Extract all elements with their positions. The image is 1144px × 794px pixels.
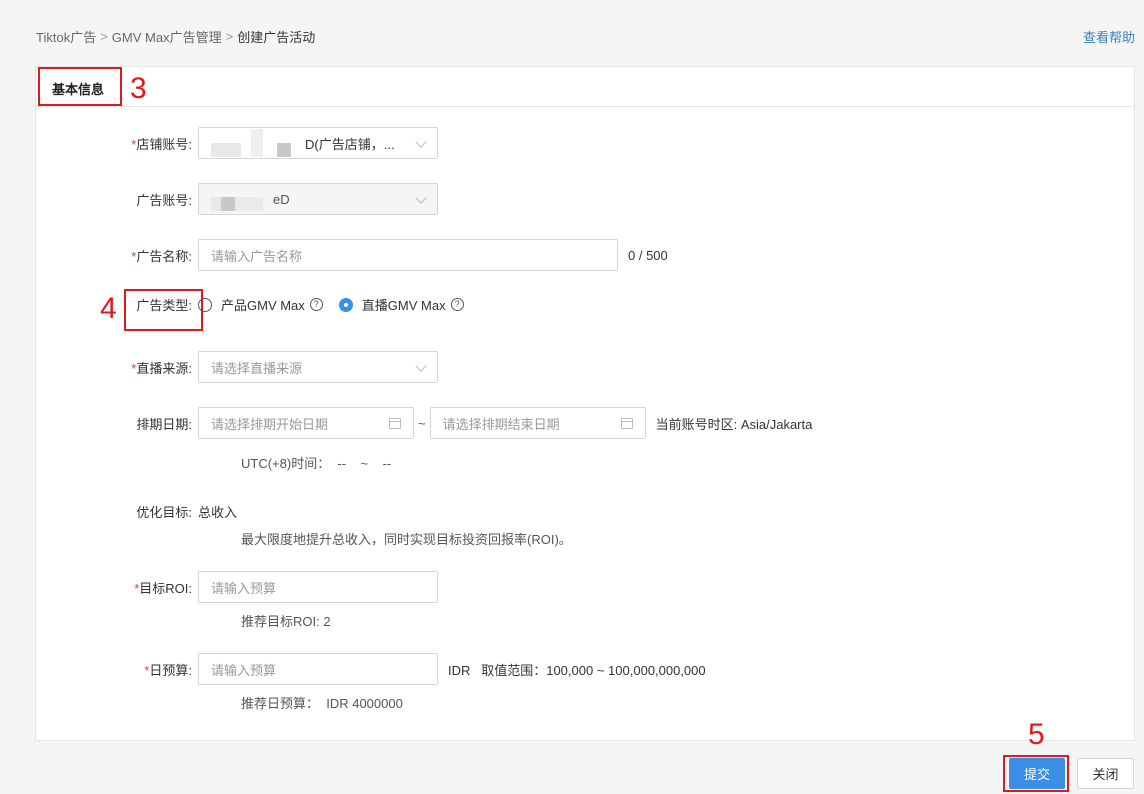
timezone-text: 当前账号时区: Asia/Jakarta [655, 416, 813, 432]
store-account-value: D(广告店铺，... [305, 136, 395, 152]
store-account-select[interactable]: D(广告店铺，... [198, 127, 438, 159]
schedule-start-input[interactable]: 请选择排期开始日期 [198, 407, 414, 439]
redacted-block [211, 197, 221, 211]
ad-account-label: 广告账号: [136, 192, 192, 208]
budget-range-text: IDR 取值范围：100,000 ~ 100,000,000,000 [448, 662, 706, 678]
utc-time-text: UTC(+8)时间： -- ~ -- [241, 456, 392, 471]
redacted-block [251, 129, 263, 157]
calendar-icon [389, 418, 401, 429]
form-card: 基本信息 *店铺账号: D(广告店铺，... 广告账号: eD *广告名称: 请… [35, 66, 1135, 741]
ad-account-row: 广告账号: eD [36, 183, 438, 215]
ad-name-label: *广告名称: [131, 248, 192, 264]
ad-account-select[interactable]: eD [198, 183, 438, 215]
breadcrumb-separator: > [100, 29, 108, 44]
goal-value: 总收入 [198, 505, 238, 520]
breadcrumb-item-current: 创建广告活动 [237, 30, 316, 45]
breadcrumb-separator: > [225, 29, 234, 44]
submit-button[interactable]: 提交 [1009, 758, 1065, 789]
daily-budget-input[interactable]: 请输入预算 [198, 653, 438, 685]
target-roi-input[interactable]: 请输入预算 [198, 571, 438, 603]
breadcrumb: Tiktok广告 > GMV Max广告管理 > 创建广告活动 [36, 27, 315, 46]
redacted-block [277, 143, 291, 157]
ad-name-row: *广告名称: 请输入广告名称 0 / 500 [36, 239, 668, 271]
annotation-number-3: 3 [130, 72, 147, 105]
annotation-box-section [38, 67, 122, 106]
target-roi-recommend: 推荐目标ROI: 2 [241, 614, 331, 629]
target-roi-label: *目标ROI: [134, 580, 192, 596]
chevron-down-icon [415, 360, 427, 372]
daily-budget-row: *日预算: 请输入预算 IDR 取值范围：100,000 ~ 100,000,0… [36, 653, 706, 685]
annotation-box-ad-type [124, 289, 203, 331]
goal-row: 优化目标: 总收入 [36, 502, 237, 521]
goal-description: 最大限度地提升总收入，同时实现目标投资回报率(ROI)。 [241, 532, 572, 547]
daily-budget-label: *日预算: [144, 662, 192, 678]
breadcrumb-item-tiktok-ads[interactable]: Tiktok广告 [36, 27, 96, 46]
help-link[interactable]: 查看帮助 [1083, 27, 1135, 46]
chevron-down-icon [415, 136, 427, 148]
live-source-select[interactable]: 请选择直播来源 [198, 351, 438, 383]
goal-label: 优化目标: [136, 505, 192, 520]
store-account-row: *店铺账号: D(广告店铺，... [36, 127, 438, 159]
live-source-row: *直播来源: 请选择直播来源 [36, 351, 438, 383]
live-source-label: *直播来源: [131, 360, 192, 376]
close-button[interactable]: 关闭 [1077, 758, 1134, 789]
redacted-block [235, 197, 263, 211]
ad-account-value: eD [273, 191, 290, 207]
redacted-block [221, 197, 235, 211]
radio-live-gmv-max[interactable]: 直播GMV Max ? [338, 295, 464, 314]
schedule-label: 排期日期: [136, 416, 192, 432]
redacted-block [211, 143, 241, 157]
store-account-label: *店铺账号: [131, 136, 192, 152]
schedule-row: 排期日期: 请选择排期开始日期 ~ 请选择排期结束日期 当前账号时区: Asia… [36, 407, 812, 439]
chevron-down-icon [415, 192, 427, 204]
annotation-number-4: 4 [100, 292, 117, 325]
daily-budget-recommend: 推荐日预算： IDR 4000000 [241, 696, 403, 711]
help-question-icon[interactable]: ? [309, 298, 323, 311]
ad-name-counter: 0 / 500 [628, 247, 668, 263]
radio-circle-selected[interactable] [338, 297, 353, 312]
range-separator: ~ [418, 415, 426, 431]
calendar-icon [620, 418, 633, 429]
target-roi-row: *目标ROI: 请输入预算 [36, 571, 438, 603]
annotation-number-5: 5 [1028, 718, 1045, 751]
help-question-icon[interactable]: ? [450, 298, 464, 311]
ad-name-input[interactable]: 请输入广告名称 [198, 239, 618, 271]
radio-product-gmv-max[interactable]: 产品GMV Max ? [198, 295, 323, 314]
card-header: 基本信息 [36, 67, 1134, 107]
breadcrumb-item-gmv-max[interactable]: GMV Max广告管理 [112, 27, 222, 46]
schedule-end-input[interactable]: 请选择排期结束日期 [429, 407, 646, 439]
